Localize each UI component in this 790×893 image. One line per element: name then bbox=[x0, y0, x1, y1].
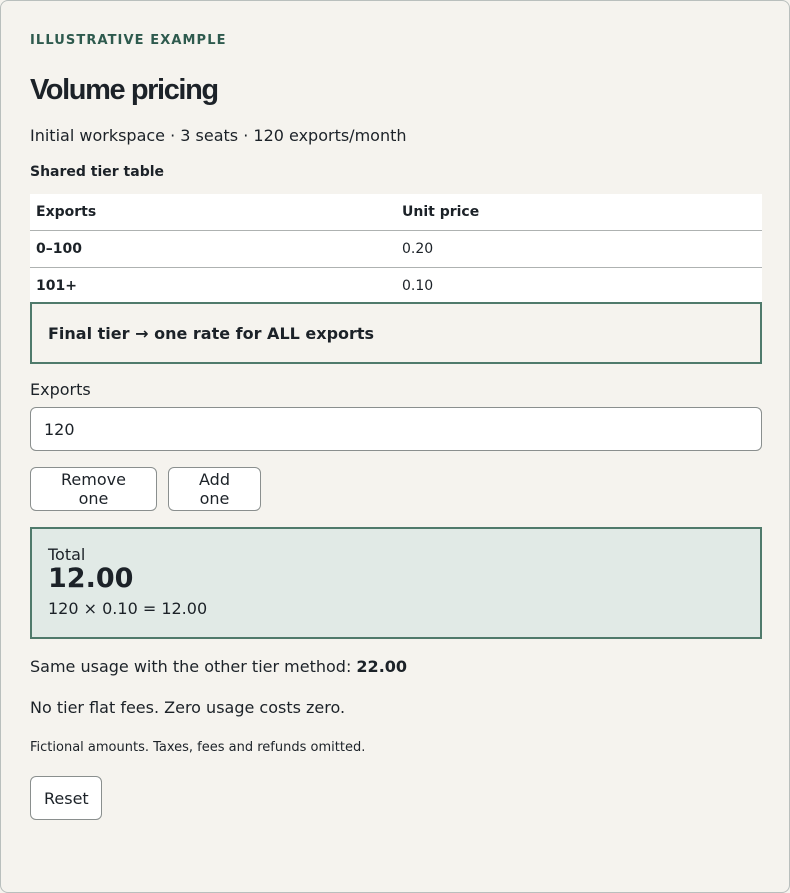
exports-input[interactable] bbox=[30, 407, 762, 451]
eyebrow-label: ILLUSTRATIVE EXAMPLE bbox=[30, 33, 227, 48]
total-formula: 120 × 0.10 = 12.00 bbox=[48, 599, 208, 618]
tier-exports-cell: 101+ bbox=[36, 278, 77, 294]
tier-exports-cell: 0–100 bbox=[30, 230, 396, 268]
flat-fee-note: No tier flat fees. Zero usage costs zero… bbox=[30, 698, 346, 717]
disclaimer-text: Fictional amounts. Taxes, fees and refun… bbox=[30, 740, 366, 755]
total-panel: Total 12.00 120 × 0.10 = 12.00 bbox=[30, 527, 762, 639]
tier-unit-price-cell: 0.20 bbox=[396, 230, 762, 268]
tier-table: Exports Unit price 0–100 0.20 101+ 0.10 bbox=[30, 194, 762, 304]
total-label: Total bbox=[48, 545, 86, 564]
tier-table-header-row: Exports Unit price bbox=[30, 194, 762, 231]
tier-unit-price-cell: 0.10 bbox=[402, 278, 434, 294]
plan-summary: Initial workspace · 3 seats · 120 export… bbox=[30, 126, 407, 145]
comparison-value: 22.00 bbox=[356, 657, 408, 676]
comparison-label: Same usage with the other tier method: bbox=[30, 657, 357, 676]
column-header-unit-price: Unit price bbox=[396, 194, 762, 231]
page-title: Volume pricing bbox=[30, 74, 219, 106]
table-row: 101+ 0.10 bbox=[30, 268, 762, 305]
pricing-card: ILLUSTRATIVE EXAMPLE Volume pricing Init… bbox=[0, 0, 790, 893]
tier-table-caption: Shared tier table bbox=[30, 164, 165, 180]
table-row: 0–100 0.20 bbox=[30, 230, 762, 268]
remove-one-button[interactable]: Remove one bbox=[30, 467, 157, 511]
reset-button[interactable]: Reset bbox=[30, 776, 102, 820]
add-one-button[interactable]: Add one bbox=[168, 467, 261, 511]
tier-method-notice: Final tier → one rate for ALL exports bbox=[30, 302, 762, 364]
tier-method-notice-text: Final tier → one rate for ALL exports bbox=[48, 324, 375, 343]
comparison-text: Same usage with the other tier method: 2… bbox=[30, 657, 407, 676]
column-header-exports: Exports bbox=[30, 194, 396, 231]
exports-field-label: Exports bbox=[30, 380, 91, 399]
total-value: 12.00 bbox=[48, 563, 134, 594]
